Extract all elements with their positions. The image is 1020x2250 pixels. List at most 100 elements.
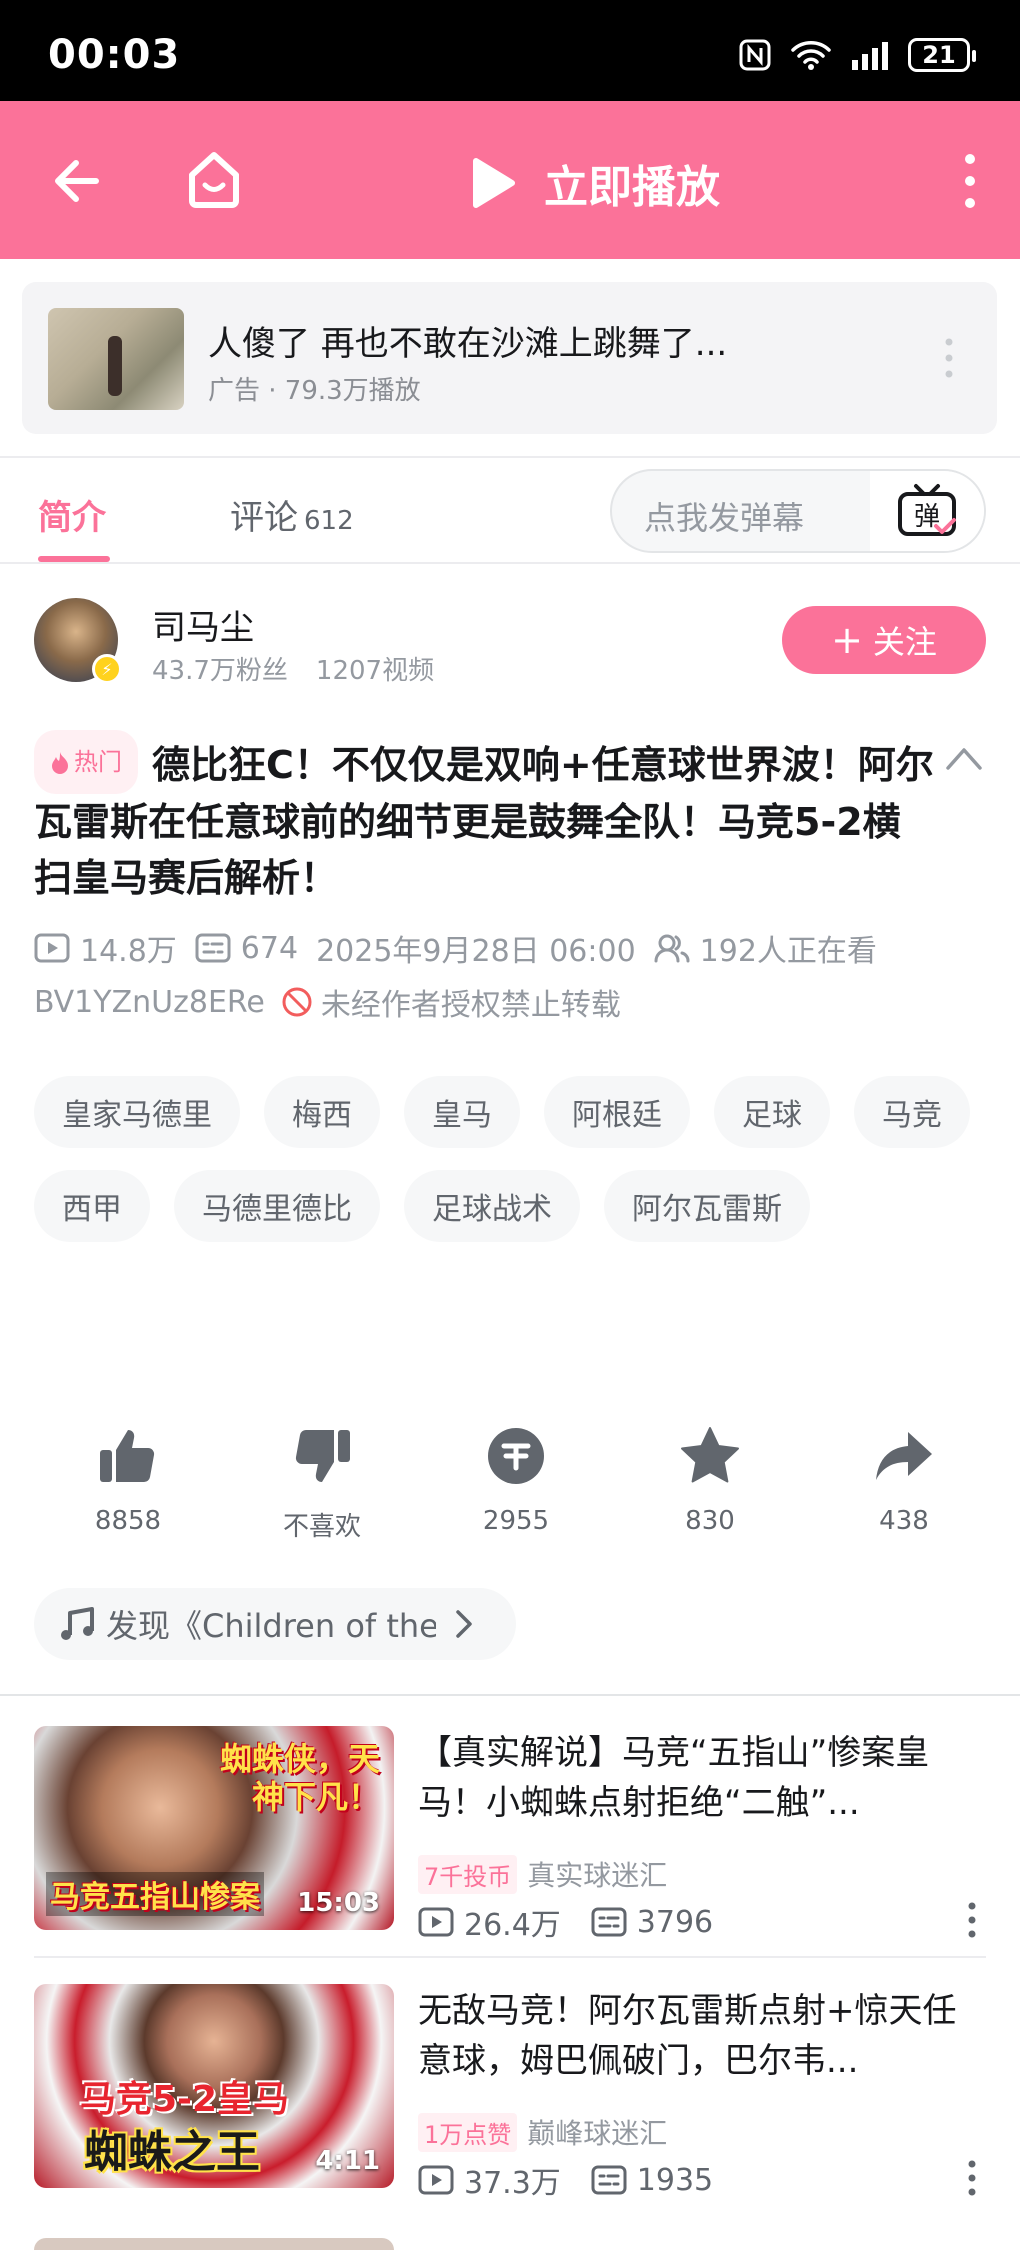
video-meta-row: BV1YZnUz8ERe 未经作者授权禁止转载 — [34, 980, 621, 1024]
play-count-icon — [418, 1907, 454, 1937]
related-video-author: 真实球迷汇 — [527, 1859, 668, 1892]
coin-count: 2955 — [482, 1506, 550, 1536]
copyright-notice: 未经作者授权禁止转载 — [320, 988, 621, 1023]
tag-chip[interactable]: 皇家马德里 — [34, 1076, 240, 1148]
danmaku-placeholder: 点我发弹幕 — [644, 499, 805, 537]
danmaku-tv-icon: 弹 — [898, 484, 956, 536]
music-note-icon — [61, 1607, 94, 1640]
play-icon — [473, 158, 515, 208]
ad-thumbnail — [48, 308, 184, 410]
uploader-avatar[interactable]: ⚡ — [34, 598, 122, 684]
tag-chip[interactable]: 皇马 — [404, 1076, 520, 1148]
related-play-count: 37.3万 — [464, 2166, 561, 2201]
hot-badge: 热门 — [34, 730, 138, 794]
like-count: 8858 — [94, 1506, 162, 1536]
video-stats: 14.8万 674 2025年9月28日 06:00 192人正在看 — [34, 926, 895, 970]
top-bar: 立即播放 — [0, 101, 1020, 259]
chevron-right-icon — [456, 1610, 472, 1638]
coin-icon — [488, 1428, 544, 1484]
tag-chip[interactable]: 足球 — [714, 1076, 830, 1148]
video-title: 热门 德比狂C！不仅仅是双响+任意球世界波！阿尔瓦雷斯在任意球前的细节更是鼓舞全队… — [34, 730, 934, 906]
share-button[interactable]: 438 — [824, 1424, 984, 1543]
related-video-title: 【真实解说】马竞“五指山”惨案皇马！小蜘蛛点射拒绝“二触”... — [418, 1733, 930, 1823]
tag-chip[interactable]: 足球战术 — [404, 1170, 580, 1242]
favorite-button[interactable]: 830 — [630, 1424, 790, 1543]
comments-count: 612 — [304, 506, 354, 536]
publish-date: 2025年9月28日 06:00 — [316, 934, 636, 969]
related-video-cover: 蜘蛛侠，天神下凡！ 马竞五指山惨案 15:03 — [34, 1726, 394, 1930]
tag-chip[interactable]: 梅西 — [264, 1076, 380, 1148]
more-vertical-icon[interactable] — [960, 153, 980, 209]
cover-caption-top: 蜘蛛侠，天神下凡！ — [219, 1740, 380, 1816]
danmaku-count-icon — [591, 1907, 627, 1937]
signal-icon — [852, 42, 888, 70]
more-vertical-icon[interactable] — [968, 1902, 976, 1938]
uploader-fans: 43.7万粉丝 — [152, 656, 288, 686]
play-count-icon — [34, 933, 70, 963]
tag-chip[interactable]: 阿尔瓦雷斯 — [604, 1170, 810, 1242]
battery-indicator: 21 — [908, 38, 976, 72]
back-arrow-icon[interactable] — [48, 151, 108, 211]
related-video-stats: 26.4万 3796 — [418, 1900, 713, 1944]
cover-caption-bottom: 马竞五指山惨案 — [46, 1872, 264, 1916]
divider — [0, 456, 1020, 458]
more-vertical-icon[interactable] — [968, 2160, 976, 2196]
related-video-tagline: 7千投币 真实球迷汇 — [418, 1854, 667, 1894]
dislike-button[interactable]: 不喜欢 — [242, 1424, 402, 1543]
danmaku-toggle-button[interactable]: 弹 — [870, 471, 984, 551]
dislike-label: 不喜欢 — [282, 1512, 361, 1542]
ad-card[interactable]: 人傻了 再也不敢在沙滩上跳舞了... 广告 · 79.3万播放 — [22, 282, 997, 434]
related-video-item[interactable]: 马竞5-2皇马 蜘蛛之王 4:11 无敌马竞！阿尔瓦雷斯点射+惊天任意球，姆巴佩… — [34, 1984, 986, 2201]
tag-chip[interactable]: 马竞 — [854, 1076, 970, 1148]
music-chip[interactable]: 发现《Children of the — [34, 1588, 516, 1660]
danmaku-input[interactable]: 点我发弹幕 弹 — [610, 469, 986, 553]
danmaku-count-icon — [195, 933, 231, 963]
ad-title: 人傻了 再也不敢在沙滩上跳舞了... — [208, 324, 728, 364]
tag-chip[interactable]: 阿根廷 — [544, 1076, 690, 1148]
video-title-text: 德比狂C！不仅仅是双响+任意球世界波！阿尔瓦雷斯在任意球前的细节更是鼓舞全队！马… — [34, 743, 934, 900]
related-video-cover: 马竞5-2皇马 蜘蛛之王 4:11 — [34, 1984, 394, 2188]
favorite-count: 830 — [685, 1506, 735, 1536]
tag-chip[interactable]: 马德里德比 — [174, 1170, 380, 1242]
cover-caption-top: 马竞5-2皇马 — [80, 2079, 290, 2120]
danmaku-count-icon — [591, 2165, 627, 2195]
like-button[interactable]: 8858 — [48, 1424, 208, 1543]
related-video-tagline: 1万点赞 巅峰球迷汇 — [418, 2112, 667, 2152]
tab-comments-label: 评论 — [230, 498, 298, 538]
divider — [34, 1956, 986, 1958]
related-video-item[interactable]: 蜘蛛侠，天神下凡！ 马竞五指山惨案 15:03 【真实解说】马竞“五指山”惨案皇… — [34, 1726, 986, 1943]
uploader-videos: 1207视频 — [315, 656, 435, 686]
related-video-stats: 37.3万 1935 — [418, 2158, 713, 2202]
uploader-name[interactable]: 司马尘 — [152, 600, 254, 649]
star-icon — [681, 1427, 739, 1483]
bvid: BV1YZnUz8ERe — [34, 984, 265, 1020]
popularity-badge: 1万点赞 — [418, 2112, 518, 2152]
tab-comments[interactable]: 评论 612 — [230, 490, 354, 539]
related-play-count: 26.4万 — [464, 1908, 561, 1943]
coin-button[interactable]: 2955 — [436, 1424, 596, 1543]
status-time: 00:03 — [48, 32, 181, 78]
video-duration: 15:03 — [297, 1888, 380, 1918]
flame-icon — [52, 752, 68, 774]
home-icon[interactable] — [182, 147, 246, 211]
play-now-button[interactable]: 立即播放 — [470, 151, 720, 215]
status-icons: 21 — [738, 38, 976, 72]
follow-button[interactable]: + 关注 — [782, 606, 986, 674]
next-video-cover-peek — [34, 2238, 394, 2250]
play-now-label: 立即播放 — [544, 162, 720, 213]
video-duration: 4:11 — [315, 2146, 380, 2176]
follow-label: 关注 — [872, 623, 937, 661]
uploader-meta: 43.7万粉丝 1207视频 — [152, 650, 434, 687]
related-danmaku-count: 1935 — [636, 2162, 714, 2198]
verified-badge-icon: ⚡ — [92, 654, 122, 684]
share-count: 438 — [879, 1506, 929, 1536]
viewers-icon — [654, 934, 690, 963]
tag-chip[interactable]: 西甲 — [34, 1170, 150, 1242]
hot-label: 热门 — [74, 748, 122, 776]
tag-list: 皇家马德里 梅西 皇马 阿根廷 足球 马竞 西甲 马德里德比 足球战术 阿尔瓦雷… — [34, 1076, 994, 1242]
danmaku-count: 674 — [240, 930, 299, 966]
nfc-icon — [739, 39, 771, 71]
ad-more-icon[interactable] — [945, 338, 953, 378]
tab-intro[interactable]: 简介 — [38, 490, 106, 539]
chevron-up-icon[interactable] — [944, 744, 984, 772]
